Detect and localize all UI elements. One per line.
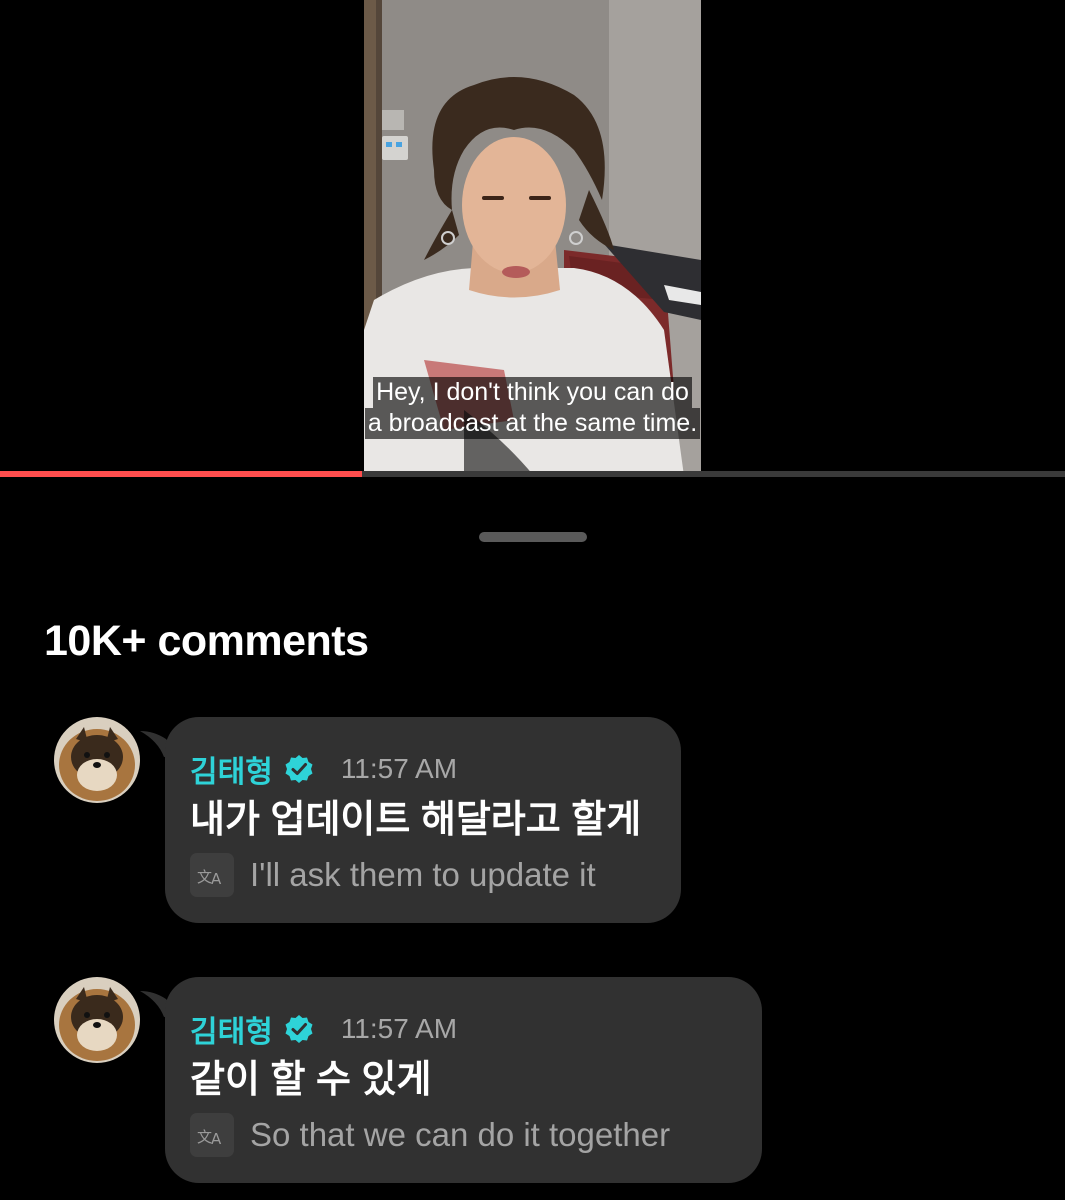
avatar[interactable]: [54, 977, 140, 1063]
svg-text:文: 文: [197, 1128, 212, 1146]
subtitle-line-2: a broadcast at the same time.: [364, 408, 701, 439]
comment-author-row: 김태형 11:57 AM: [190, 1009, 457, 1049]
comment-text: 내가 업데이트 해달라고 할게: [190, 799, 642, 841]
svg-text:A: A: [211, 1130, 222, 1147]
translation-row[interactable]: 文 A So that we can do it together: [190, 1113, 670, 1157]
verified-badge-icon: [285, 1015, 313, 1043]
comment-author-name[interactable]: 김태형: [190, 747, 273, 791]
svg-text:文: 文: [197, 868, 212, 886]
comments-count-heading: 10K+ comments: [44, 617, 369, 665]
comment-author-row: 김태형 11:57 AM: [190, 749, 457, 789]
app-screen: Hey, I don't think you can do a broadcas…: [0, 0, 1065, 1200]
comment-text: 같이 할 수 있게: [190, 1059, 432, 1101]
comment-timestamp: 11:57 AM: [340, 753, 458, 784]
verified-badge-icon: [285, 755, 313, 783]
comment-bubble[interactable]: 김태형 11:57 AM 같이 할 수 있게 文 A So that we ca…: [165, 977, 762, 1183]
video-subtitle: Hey, I don't think you can do a broadcas…: [364, 377, 701, 439]
dog-avatar-icon: [54, 977, 140, 1063]
translate-icon[interactable]: 文 A: [190, 1113, 234, 1157]
video-player[interactable]: Hey, I don't think you can do a broadcas…: [364, 0, 701, 476]
video-progress-bar[interactable]: [0, 471, 1065, 477]
comment-translation: I'll ask them to update it: [250, 856, 596, 893]
avatar[interactable]: [54, 717, 140, 803]
subtitle-line-1: Hey, I don't think you can do: [373, 377, 692, 408]
dog-avatar-icon: [54, 717, 140, 803]
svg-text:A: A: [211, 870, 222, 887]
comment-timestamp: 11:57 AM: [340, 1013, 458, 1044]
sheet-drag-handle[interactable]: [479, 532, 587, 542]
comment-translation: So that we can do it together: [250, 1116, 671, 1153]
comment-bubble[interactable]: 김태형 11:57 AM 내가 업데이트 해달라고 할게 文 A I'll as…: [165, 717, 681, 923]
comment-author-name[interactable]: 김태형: [190, 1007, 273, 1051]
video-progress-fill: [0, 471, 363, 477]
translate-icon[interactable]: 文 A: [190, 853, 234, 897]
translation-row[interactable]: 文 A I'll ask them to update it: [190, 853, 596, 897]
